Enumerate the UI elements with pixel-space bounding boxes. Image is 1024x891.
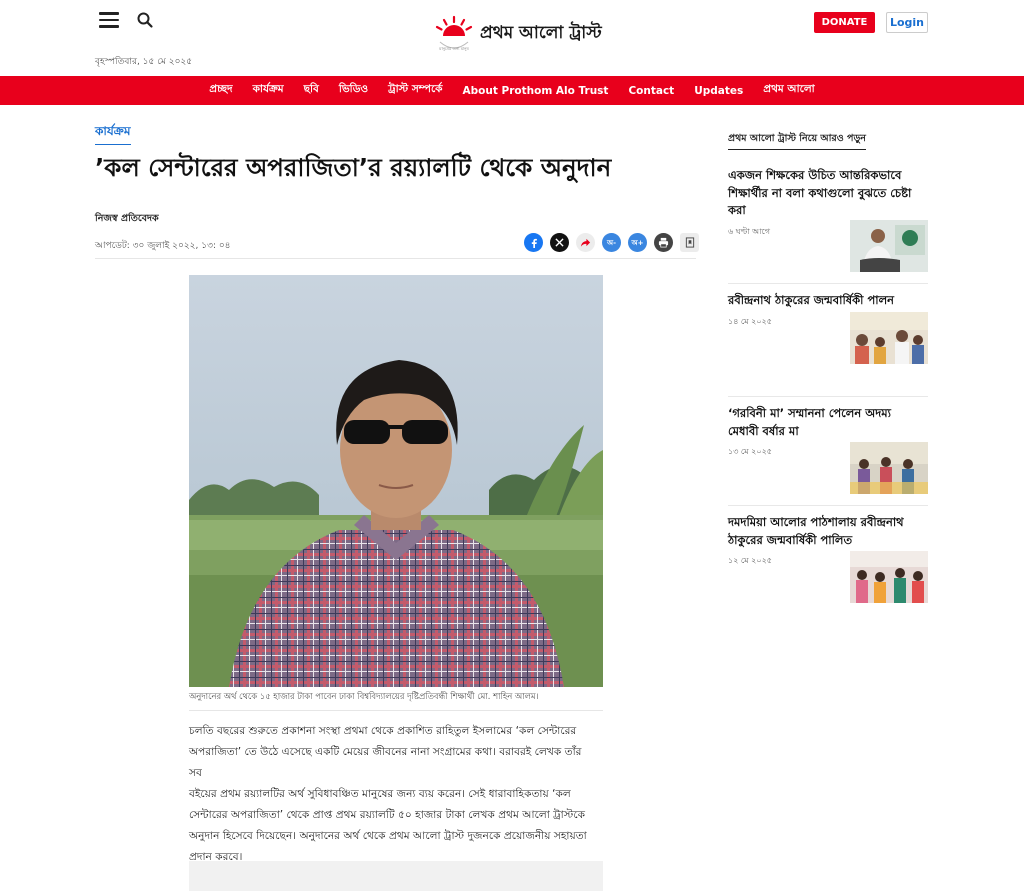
logo-tagline: মানুষের জন্য মানুষ xyxy=(438,46,469,51)
sidebar-item-thumbnail[interactable] xyxy=(850,551,928,603)
bookmark-icon[interactable] xyxy=(680,233,699,252)
sidebar-item-title[interactable]: একজন শিক্ষকের উচিত আন্তরিকভাবে শিক্ষার্থ… xyxy=(728,167,918,220)
sidebar-item-thumbnail[interactable] xyxy=(850,312,928,364)
sidebar-item[interactable]: দমদমিয়া আলোর পাঠশালায় রবীন্দ্রনাথ ঠাকু… xyxy=(728,514,928,603)
main-nav: প্রচ্ছদ কার্যক্রম ছবি ভিডিও ট্রাস্ট সম্প… xyxy=(0,76,1024,105)
sidebar-divider xyxy=(728,283,928,284)
sidebar-item-title[interactable]: দমদমিয়া আলোর পাঠশালায় রবীন্দ্রনাথ ঠাকু… xyxy=(728,514,918,549)
print-icon[interactable] xyxy=(654,233,673,252)
current-date: বৃহস্পতিবার, ১৫ মে ২০২৫ xyxy=(95,57,193,67)
sidebar-item-title[interactable]: ‘গরবিনী মা’ সম্মাননা পেলেন অদম্য মেধাবী … xyxy=(728,405,918,440)
login-button[interactable]: Login xyxy=(886,12,928,33)
nav-item-updates[interactable]: Updates xyxy=(694,85,743,97)
sidebar-title[interactable]: প্রথম আলো ট্রাস্ট নিয়ে আরও পড়ুন xyxy=(728,132,866,150)
facebook-icon[interactable] xyxy=(524,233,543,252)
donate-button[interactable]: DONATE xyxy=(814,12,875,33)
article-author[interactable]: নিজস্ব প্রতিবেদক xyxy=(95,212,159,227)
article-photo xyxy=(189,275,603,687)
sidebar-item[interactable]: ‘গরবিনী মা’ সম্মাননা পেলেন অদম্য মেধাবী … xyxy=(728,405,928,494)
article-body: চলতি বছরের শুরুতে প্রকাশনা সংস্থা প্রথমা… xyxy=(189,721,589,868)
site-header: বৃহস্পতিবার, ১৫ মে ২০২৫ মানুষের জন্য মান… xyxy=(0,0,1024,76)
article-updated-time: আপডেট: ৩০ জুলাই ২০২২, ১৩: ০৪ xyxy=(95,241,231,251)
share-toolbar: অ- অ+ xyxy=(524,233,706,252)
site-logo[interactable]: মানুষের জন্য মানুষ প্রথম আলো ট্রাস্ট xyxy=(434,14,602,54)
nav-item-prothom-alo[interactable]: প্রথম আলো xyxy=(763,82,814,99)
font-decrease-button[interactable]: অ- xyxy=(602,233,621,252)
sidebar-item-thumbnail[interactable] xyxy=(850,442,928,494)
sun-logo-icon: মানুষের জন্য মানুষ xyxy=(435,15,473,51)
hamburger-icon[interactable] xyxy=(99,12,119,30)
sidebar-divider xyxy=(728,396,928,397)
nav-item-about-trust[interactable]: About Prothom Alo Trust xyxy=(463,85,609,97)
caption-divider xyxy=(189,710,603,711)
nav-item-contact[interactable]: Contact xyxy=(628,85,674,97)
article-body-line: বইয়ের প্রথম রয়্যালটির অর্থ সুবিধাবঞ্চি… xyxy=(189,788,571,800)
header-divider xyxy=(95,258,696,259)
share-icon[interactable] xyxy=(576,233,595,252)
font-increase-button[interactable]: অ+ xyxy=(628,233,647,252)
photo-caption: অনুদানের অর্থ থেকে ১৫ হাজার টাকা পাবেন ঢ… xyxy=(189,691,539,701)
sidebar-divider xyxy=(728,505,928,506)
x-icon[interactable] xyxy=(550,233,569,252)
logo-text: প্রথম আলো ট্রাস্ট xyxy=(480,23,602,43)
nav-item-activities[interactable]: কার্যক্রম xyxy=(253,82,284,99)
sidebar-item-thumbnail[interactable] xyxy=(850,220,928,272)
nav-item-about-trust-bn[interactable]: ট্রাস্ট সম্পর্কে xyxy=(388,82,442,99)
nav-item-photos[interactable]: ছবি xyxy=(304,82,319,99)
article-body-line: অনুদান হিসেবে দিয়েছেন। অনুদানের অর্থ থে… xyxy=(189,830,587,842)
nav-item-videos[interactable]: ভিডিও xyxy=(339,82,368,99)
nav-item-home[interactable]: প্রচ্ছদ xyxy=(209,82,232,99)
sidebar-item[interactable]: রবীন্দ্রনাথ ঠাকুরের জন্মবার্ষিকী পালন ১৪… xyxy=(728,292,928,364)
article-body-line: সেন্টারের অপরাজিতা’ থেকে প্রাপ্ত প্রথম র… xyxy=(189,809,586,821)
search-icon[interactable] xyxy=(136,11,156,31)
article-category[interactable]: কার্যক্রম xyxy=(95,123,131,145)
ad-placeholder xyxy=(189,861,603,891)
article-body-line: অপরাজিতা’ তে উঠে এসেছে একটি মেয়ের জীবনে… xyxy=(189,746,582,779)
sidebar-item-title[interactable]: রবীন্দ্রনাথ ঠাকুরের জন্মবার্ষিকী পালন xyxy=(728,292,918,310)
sidebar-item[interactable]: একজন শিক্ষকের উচিত আন্তরিকভাবে শিক্ষার্থ… xyxy=(728,167,928,272)
article-headline: ’কল সেন্টারের অপরাজিতা’র রয়্যালটি থেকে … xyxy=(95,153,612,182)
article-body-line: চলতি বছরের শুরুতে প্রকাশনা সংস্থা প্রথমা… xyxy=(189,725,577,737)
